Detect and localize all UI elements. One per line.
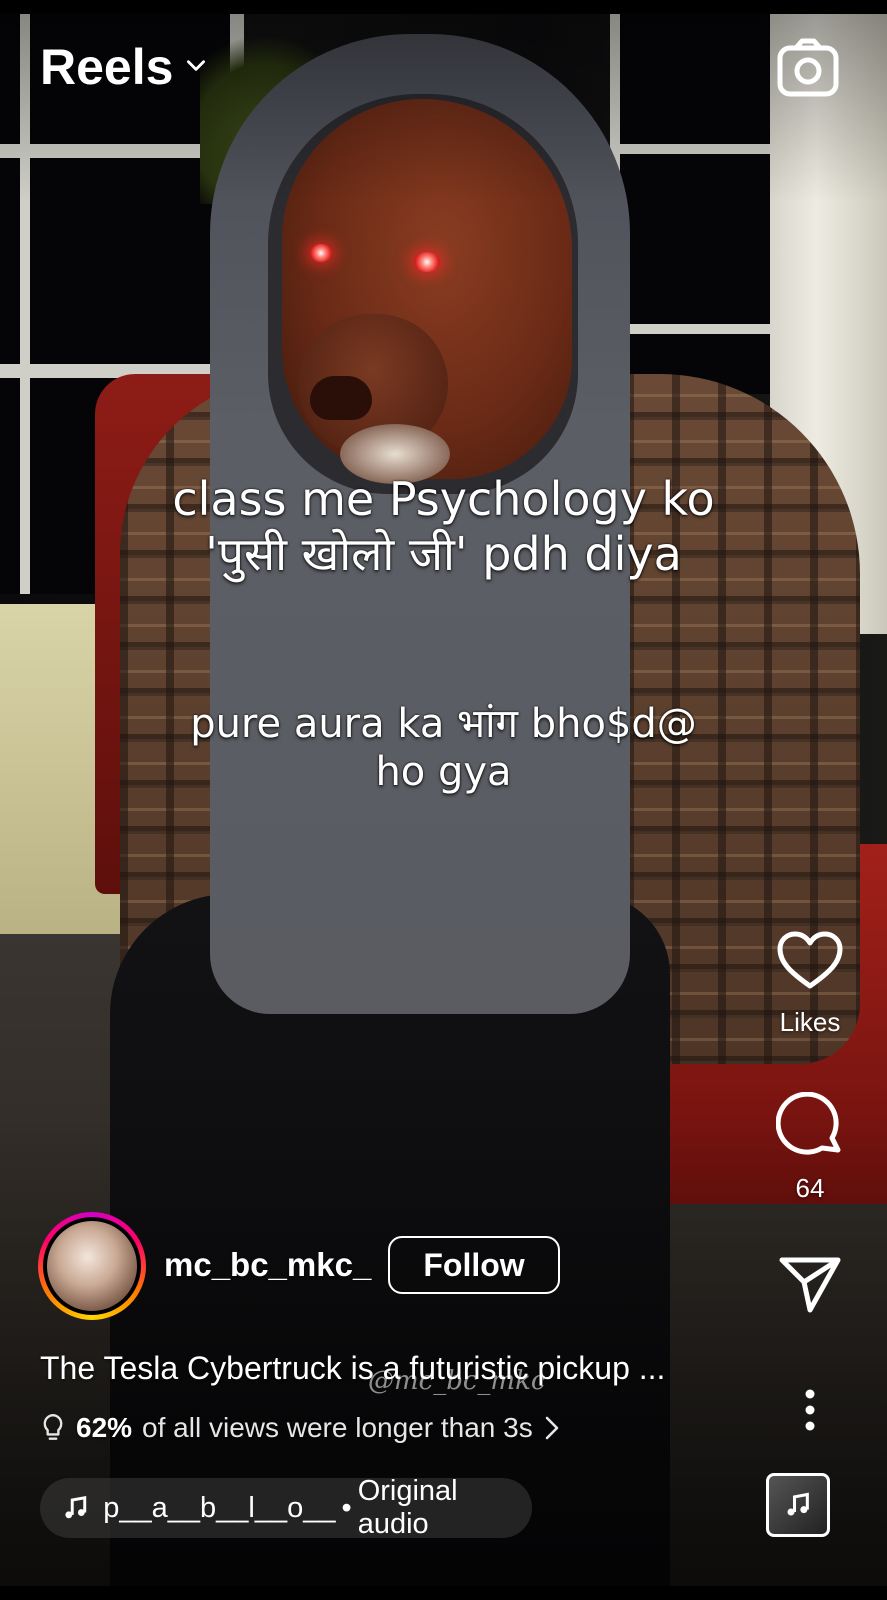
- more-vertical-icon: [805, 1389, 815, 1431]
- follow-button[interactable]: Follow: [388, 1236, 560, 1294]
- audio-separator: •: [341, 1491, 352, 1524]
- caption-line: pure aura ka भांग bho$d@: [190, 701, 697, 747]
- like-label: Likes: [779, 1007, 841, 1037]
- video-caption-bottom: pure aura ka भांग bho$d@ ho gya: [0, 700, 887, 796]
- like-button[interactable]: Likes: [760, 930, 860, 1038]
- caption-line: 'पुसी खोलो जी' pdh diya: [205, 527, 682, 582]
- chevron-right-icon: [545, 1416, 559, 1440]
- music-note-icon: [65, 1495, 87, 1519]
- view-insight[interactable]: 62% of all views were longer than 3s: [40, 1412, 561, 1444]
- avatar[interactable]: [38, 1212, 146, 1320]
- comment-count: 64: [795, 1173, 825, 1203]
- audio-attribution[interactable]: p__a__b__l__o__ • Original audio: [40, 1475, 532, 1540]
- reels-title-dropdown[interactable]: Reels: [40, 38, 209, 96]
- share-button[interactable]: [760, 1254, 860, 1319]
- reels-screen: class me Psychology ko 'पुसी खोलो जी' pd…: [0, 0, 887, 1600]
- page-title: Reels: [40, 39, 174, 95]
- insight-text: of all views were longer than 3s: [142, 1412, 533, 1443]
- camera-button[interactable]: [776, 38, 840, 102]
- more-options-button[interactable]: [760, 1388, 860, 1437]
- lightbulb-icon: [43, 1413, 63, 1440]
- username[interactable]: mc_bc_mkc_: [164, 1246, 371, 1284]
- comment-button[interactable]: 64: [760, 1091, 860, 1204]
- caption-line: class me Psychology ko: [172, 472, 715, 526]
- chevron-down-icon: [183, 52, 209, 83]
- audio-label: Original audio: [357, 1475, 458, 1540]
- avatar-frame: [43, 1217, 141, 1315]
- caption-line: ho gya: [375, 749, 512, 795]
- video-watermark: @mc_bc_mkc: [368, 1366, 546, 1396]
- music-note-icon: [787, 1492, 809, 1516]
- audio-artist: p__a__b__l__o__: [103, 1491, 336, 1524]
- comment-icon: [775, 1091, 841, 1155]
- avatar-image: [47, 1221, 137, 1311]
- audio-thumbnail[interactable]: [766, 1473, 830, 1537]
- video-caption-top: class me Psychology ko 'पुसी खोलो जी' pd…: [0, 472, 887, 582]
- send-icon: [779, 1257, 841, 1313]
- camera-icon: [777, 38, 839, 97]
- insight-percent: 62%: [76, 1412, 133, 1443]
- heart-icon: [777, 931, 843, 989]
